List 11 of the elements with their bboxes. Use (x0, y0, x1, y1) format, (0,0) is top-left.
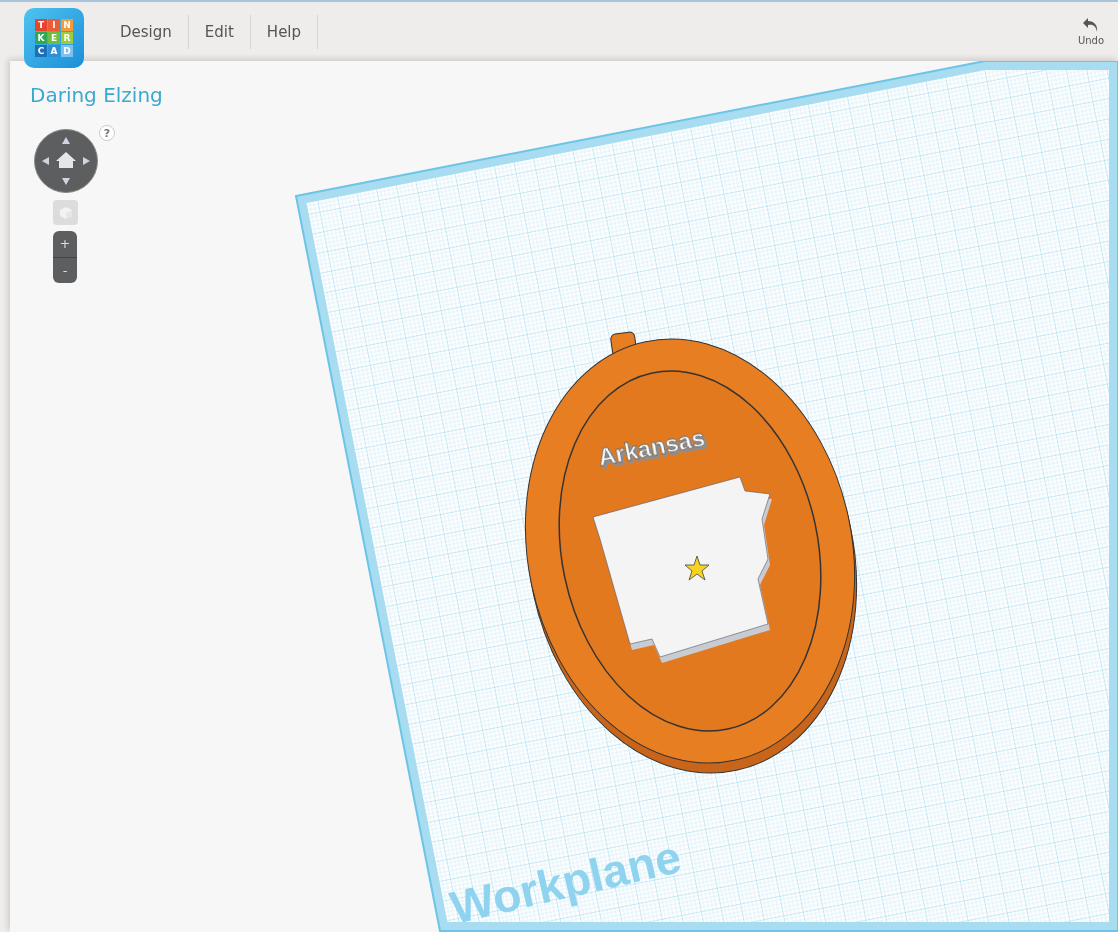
menu-item[interactable]: Help (250, 14, 319, 49)
zoom-out-button[interactable]: - (53, 257, 77, 283)
menu-item[interactable]: Design (104, 14, 189, 49)
workplane-label: Workplane (445, 830, 686, 932)
zoom-in-button[interactable]: + (53, 231, 77, 258)
undo-button[interactable]: Undo (1071, 2, 1110, 61)
design-title: Daring Elzing (30, 83, 163, 107)
menu-item[interactable]: Edit (188, 14, 251, 49)
help-button[interactable]: ? (99, 125, 115, 141)
app-logo[interactable]: T I N K E R C A D (24, 8, 84, 68)
undo-icon (1081, 17, 1100, 33)
